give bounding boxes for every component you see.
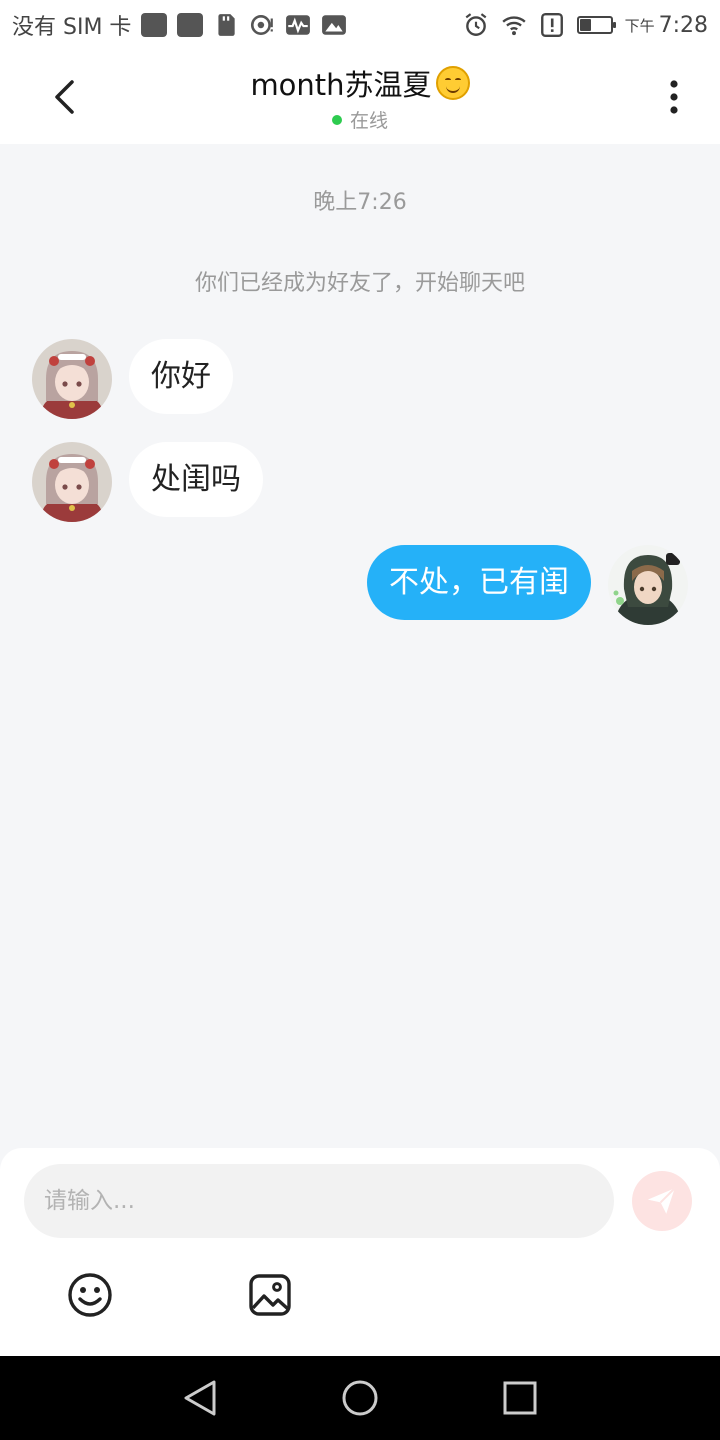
nav-back-button[interactable] [170,1368,230,1428]
app-notification-icon [177,13,204,37]
contact-name-text: month苏温夏 [250,68,432,102]
message-bubble-outgoing[interactable]: 不处，已有闺 [367,545,591,620]
more-options-button[interactable] [652,72,696,122]
emoji-icon [68,1273,112,1317]
system-navigation-bar [0,1356,720,1440]
image-button[interactable] [245,1270,295,1320]
contact-avatar[interactable] [32,442,112,522]
square-recents-icon [503,1381,537,1415]
sd-card-icon [218,14,236,36]
clock: 7:28 [658,12,708,38]
contact-avatar[interactable] [32,339,112,419]
chat-header: month苏温夏 在线 [0,50,720,144]
contact-name: month苏温夏 [250,62,470,104]
message-input[interactable] [24,1164,614,1238]
user-avatar[interactable] [608,545,688,625]
wifi-icon [501,16,526,36]
alarm-icon [465,13,486,36]
message-bubble-incoming[interactable]: 处闺吗 [129,442,263,517]
app-notification-icon [141,13,168,37]
image-icon [249,1274,291,1316]
message-composer [0,1148,720,1356]
system-message: 你们已经成为好友了，开始聊天吧 [194,271,525,296]
alert-icon [540,12,563,38]
message-row-outgoing: 不处，已有闺 [367,545,688,625]
send-button[interactable] [632,1171,692,1231]
online-status-text: 在线 [349,110,388,132]
carrier-label: 没有 SIM 卡 [12,15,132,40]
status-bar: 没有 SIM 卡 下午 7:28 [0,0,720,50]
nav-home-button[interactable] [330,1368,390,1428]
time-period: 下午 [624,16,655,35]
message-bubble-incoming[interactable]: 你好 [129,339,233,414]
nav-recents-button[interactable] [490,1368,550,1428]
message-row-incoming: 你好 [32,339,233,419]
message-timestamp: 晚上7:26 [313,190,407,215]
circle-home-icon [342,1380,378,1416]
activity-icon [286,15,311,35]
online-status: 在线 [0,106,720,133]
battery-icon [576,16,616,34]
smiling-face-emoji-icon [435,66,470,100]
triangle-back-icon [184,1380,216,1416]
paper-plane-icon [647,1187,676,1214]
gallery-icon [322,15,347,35]
online-dot-icon [331,114,342,125]
more-vertical-icon [670,80,678,114]
hotspot-icon [251,15,274,35]
emoji-button[interactable] [65,1270,115,1320]
message-row-incoming: 处闺吗 [32,442,263,522]
